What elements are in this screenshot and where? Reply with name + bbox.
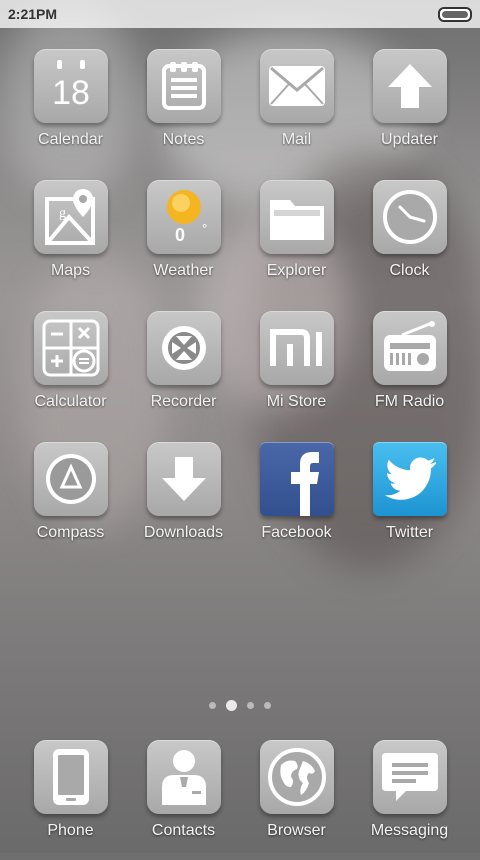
page-dot-active[interactable] xyxy=(226,700,237,711)
dock: Phone Contacts Browser Messaging xyxy=(0,740,480,853)
status-time: 2:21PM xyxy=(8,6,58,22)
app-notes[interactable]: Notes xyxy=(127,49,240,169)
mi-store-icon xyxy=(259,311,334,385)
app-label: Weather xyxy=(153,262,214,279)
download-icon xyxy=(146,442,221,516)
twitter-icon xyxy=(372,442,447,516)
contacts-icon xyxy=(146,740,221,814)
app-label: Recorder xyxy=(150,393,217,410)
maps-icon: g xyxy=(33,180,108,254)
svg-text:g: g xyxy=(59,206,66,221)
app-clock[interactable]: Clock xyxy=(353,180,466,300)
app-label: Messaging xyxy=(370,822,449,839)
app-label: Updater xyxy=(381,131,438,148)
radio-icon xyxy=(372,311,447,385)
app-label: Mi Store xyxy=(266,393,327,410)
app-label: Facebook xyxy=(261,524,332,541)
app-calendar[interactable]: 18 Calendar xyxy=(14,49,127,169)
phone-icon xyxy=(33,740,108,814)
dock-messaging[interactable]: Messaging xyxy=(353,740,466,860)
compass-icon xyxy=(33,442,108,516)
message-icon xyxy=(372,740,447,814)
app-maps[interactable]: g Maps xyxy=(14,180,127,300)
clock-icon xyxy=(372,180,447,254)
weather-unit: ° xyxy=(202,221,207,236)
app-label: Maps xyxy=(50,262,91,279)
app-updater[interactable]: Updater xyxy=(353,49,466,169)
app-facebook[interactable]: Facebook xyxy=(240,442,353,562)
globe-icon xyxy=(259,740,334,814)
app-label: Downloads xyxy=(143,524,224,541)
app-calculator[interactable]: Calculator xyxy=(14,311,127,431)
calendar-day: 18 xyxy=(52,74,90,112)
page-dot[interactable] xyxy=(209,702,216,709)
recorder-icon xyxy=(146,311,221,385)
folder-icon xyxy=(259,180,334,254)
app-label: Compass xyxy=(36,524,105,541)
app-recorder[interactable]: Recorder xyxy=(127,311,240,431)
mail-icon xyxy=(259,49,334,123)
facebook-icon xyxy=(259,442,334,516)
app-label: Twitter xyxy=(385,524,434,541)
calendar-icon: 18 xyxy=(33,49,108,123)
app-compass[interactable]: Compass xyxy=(14,442,127,562)
app-mail[interactable]: Mail xyxy=(240,49,353,169)
weather-icon: 0 ° xyxy=(146,180,221,254)
page-indicator[interactable] xyxy=(0,700,480,711)
app-label: FM Radio xyxy=(374,393,445,410)
app-mi-store[interactable]: Mi Store xyxy=(240,311,353,431)
app-label: Clock xyxy=(389,262,430,279)
battery-icon xyxy=(438,6,472,22)
updater-icon xyxy=(372,49,447,123)
app-label: Contacts xyxy=(151,822,216,839)
page-dot[interactable] xyxy=(264,702,271,709)
notes-icon xyxy=(146,49,221,123)
weather-temp: 0 xyxy=(174,225,184,245)
app-label: Phone xyxy=(47,822,94,839)
app-label: Explorer xyxy=(266,262,327,279)
app-fm-radio[interactable]: FM Radio xyxy=(353,311,466,431)
status-bar: 2:21PM xyxy=(0,0,480,28)
app-label: Browser xyxy=(267,822,326,839)
calculator-icon xyxy=(33,311,108,385)
dock-phone[interactable]: Phone xyxy=(14,740,127,860)
app-downloads[interactable]: Downloads xyxy=(127,442,240,562)
app-explorer[interactable]: Explorer xyxy=(240,180,353,300)
dock-browser[interactable]: Browser xyxy=(240,740,353,860)
app-label: Calendar xyxy=(38,131,103,148)
app-label: Notes xyxy=(162,131,205,148)
dock-contacts[interactable]: Contacts xyxy=(127,740,240,860)
app-label: Calculator xyxy=(34,393,107,410)
app-label: Mail xyxy=(281,131,312,148)
app-weather[interactable]: 0 ° Weather xyxy=(127,180,240,300)
app-twitter[interactable]: Twitter xyxy=(353,442,466,562)
page-dot[interactable] xyxy=(247,702,254,709)
